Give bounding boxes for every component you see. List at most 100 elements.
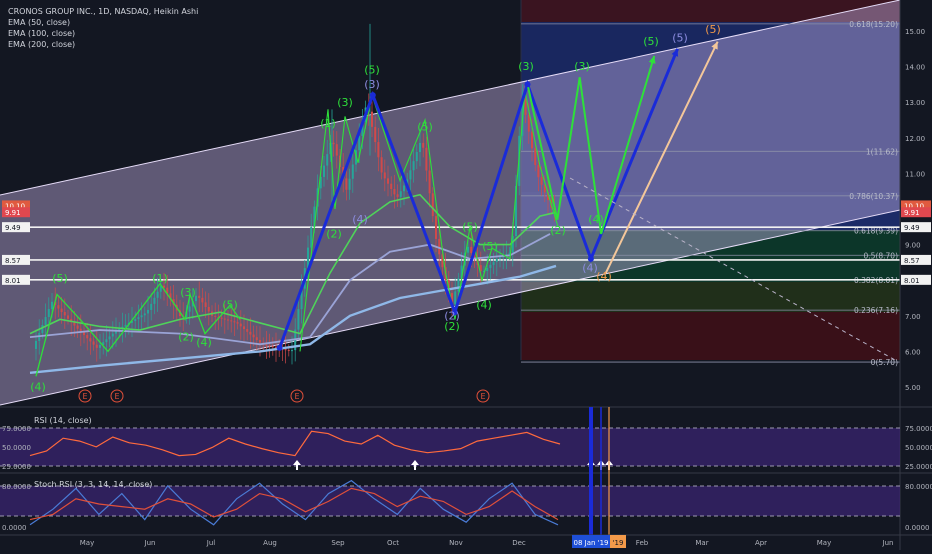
wave-label-top: (5) bbox=[222, 299, 238, 312]
candle-body bbox=[230, 320, 233, 322]
candle-body bbox=[380, 157, 383, 173]
rsi-tick-label: 50.0000 bbox=[905, 444, 932, 452]
legend-title: CRONOS GROUP INC., 1D, NASDAQ, Heikin As… bbox=[8, 7, 199, 16]
candle-body bbox=[383, 172, 386, 179]
wave-pivot bbox=[369, 92, 376, 99]
candle-body bbox=[223, 318, 226, 320]
candle-body bbox=[63, 312, 66, 316]
price-marker-left-label: 9.91 bbox=[5, 209, 21, 217]
fib-label: 1(11.62) bbox=[866, 147, 898, 156]
legend-ema200: EMA (200, close) bbox=[8, 40, 76, 49]
candle-body bbox=[249, 331, 252, 335]
rsi-tick-label-left: 50.0000 bbox=[2, 444, 31, 452]
candle-body bbox=[422, 142, 425, 148]
earnings-label: E bbox=[480, 392, 485, 401]
candle-body bbox=[454, 291, 457, 305]
price-marker-label: 8.01 bbox=[904, 277, 920, 285]
earnings-marker[interactable]: E bbox=[290, 389, 304, 403]
candle-body bbox=[246, 329, 249, 332]
candle-body bbox=[291, 350, 293, 352]
candle-body bbox=[204, 302, 207, 307]
price-tick-label: 13.00 bbox=[905, 99, 925, 107]
price-tick-label: 6.00 bbox=[905, 348, 921, 356]
price-marker-left-label: 8.57 bbox=[5, 257, 21, 265]
rsi-tick-label-left: 25.0000 bbox=[2, 463, 31, 471]
candle-body bbox=[89, 338, 92, 342]
candle-body bbox=[243, 326, 245, 330]
candle-body bbox=[345, 178, 348, 190]
wave-label-top: (5) bbox=[672, 32, 688, 45]
candle-body bbox=[92, 341, 95, 345]
earnings-marker[interactable]: E bbox=[110, 389, 124, 403]
date-badge-text: 08 Jan '19 bbox=[574, 539, 609, 547]
wave-label-top: (3) bbox=[518, 60, 534, 73]
earnings-label: E bbox=[294, 392, 299, 401]
candle-body bbox=[67, 315, 69, 319]
candle-body bbox=[323, 165, 325, 177]
candle-body bbox=[428, 170, 431, 194]
price-tick-label: 7.00 bbox=[905, 313, 921, 321]
candle-body bbox=[140, 315, 143, 318]
candle-body bbox=[390, 183, 393, 190]
candle-body bbox=[57, 305, 60, 309]
time-axis-label: Aug bbox=[263, 539, 277, 547]
candle-body bbox=[95, 344, 98, 348]
time-axis-labels[interactable]: MayJunJulAugSepOctNovDec2FebMarAprMayJun bbox=[80, 539, 894, 547]
time-axis-label: Jul bbox=[206, 539, 216, 547]
candle-body bbox=[537, 165, 540, 178]
stoch-band bbox=[0, 486, 900, 516]
candle-body bbox=[495, 258, 498, 262]
candle-body bbox=[489, 264, 492, 268]
earnings-marker[interactable]: E bbox=[476, 389, 490, 403]
candle-body bbox=[35, 340, 37, 349]
legend-ema50: EMA (50, close) bbox=[8, 18, 71, 27]
candle-body bbox=[332, 142, 335, 145]
chart-canvas[interactable]: 0.618(15.20) 1(11.62) 0.786(10.37) 0.618(9.… bbox=[0, 0, 932, 550]
candle-body bbox=[409, 170, 412, 180]
candle-body bbox=[150, 303, 153, 310]
wave-label-bottom: (2) bbox=[178, 331, 194, 344]
candle-body bbox=[351, 164, 354, 179]
price-tick-label: 15.00 bbox=[905, 28, 925, 36]
candle-body bbox=[124, 324, 127, 327]
candle-body bbox=[51, 301, 53, 310]
candle-body bbox=[41, 324, 44, 333]
candle-body bbox=[287, 349, 290, 351]
earnings-marker[interactable]: E bbox=[78, 389, 92, 403]
wave-label-top: (5) bbox=[482, 240, 498, 253]
candle-body bbox=[265, 344, 268, 346]
candle-body bbox=[143, 313, 146, 316]
candle-body bbox=[531, 131, 533, 149]
candle-body bbox=[220, 317, 223, 319]
wave-label-bottom: (2) bbox=[326, 227, 342, 240]
candle-body bbox=[415, 152, 418, 162]
candle-body bbox=[419, 142, 421, 153]
fib-label: 0.236(7.16) bbox=[854, 306, 898, 315]
wave-label-top: (1) bbox=[320, 117, 336, 130]
candle-body bbox=[252, 334, 255, 338]
price-marker-left-label: 9.49 bbox=[5, 224, 21, 232]
candle-body bbox=[271, 346, 274, 348]
time-axis-label: Mar bbox=[695, 539, 708, 547]
candle-body bbox=[111, 333, 114, 337]
time-axis-label: Apr bbox=[755, 539, 767, 547]
candle-body bbox=[60, 308, 63, 313]
candle-body bbox=[76, 325, 79, 329]
candle-body bbox=[255, 337, 258, 341]
stoch-legend: Stoch RSI (3, 3, 14, 14, close) bbox=[34, 480, 153, 489]
candle-body bbox=[259, 340, 261, 343]
legend-ema100: EMA (100, close) bbox=[8, 29, 76, 38]
price-tick-label: 14.00 bbox=[905, 64, 925, 72]
candle-body bbox=[377, 142, 380, 158]
projection-olive-zone bbox=[521, 282, 901, 312]
chart-legend[interactable]: CRONOS GROUP INC., 1D, NASDAQ, Heikin As… bbox=[8, 6, 198, 50]
candle-body bbox=[371, 111, 373, 127]
candle-body bbox=[438, 238, 441, 255]
fib-label: 0.5(8.70) bbox=[864, 251, 899, 260]
price-tick-label: 12.00 bbox=[905, 135, 925, 143]
chart-svg[interactable]: 0.618(15.20) 1(11.62) 0.786(10.37) 0.618(9.… bbox=[0, 0, 932, 550]
wave-label-bottom: (4) bbox=[30, 381, 46, 394]
candle-body bbox=[156, 291, 159, 298]
wave-label-bottom: (4) bbox=[596, 270, 612, 283]
candle-body bbox=[467, 246, 469, 253]
